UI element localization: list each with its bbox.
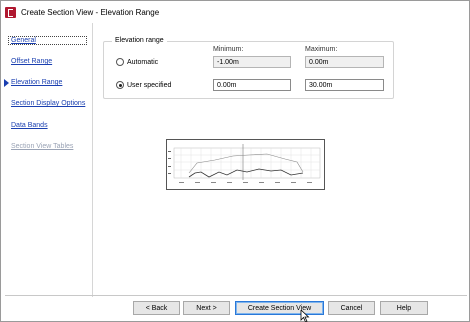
user-specified-radio-circle[interactable] (116, 81, 124, 89)
automatic-radio-circle[interactable] (116, 58, 124, 66)
cancel-button[interactable]: Cancel (328, 301, 375, 315)
title-bar: Create Section View - Elevation Range (1, 1, 469, 23)
user-minimum-field[interactable] (213, 79, 291, 91)
elevation-range-group: Elevation range Minimum: Maximum: Automa… (103, 37, 394, 99)
section-view-preview (166, 139, 325, 190)
minimum-label: Minimum: (213, 46, 244, 53)
next-button[interactable]: Next > (183, 301, 230, 315)
nav-item-elevation-range[interactable]: Elevation Range (11, 79, 62, 86)
main-panel: Elevation range Minimum: Maximum: Automa… (94, 23, 469, 297)
nav-item-general[interactable]: General (8, 36, 87, 45)
user-specified-label: User specified (127, 81, 172, 89)
section-view-preview-graphic (168, 144, 321, 183)
automatic-minimum-field (213, 56, 291, 68)
wizard-nav: General Offset Range Elevation Range Sec… (1, 23, 93, 297)
automatic-radio[interactable]: Automatic (116, 58, 158, 66)
mouse-pointer-icon (300, 310, 310, 322)
nav-item-data-bands[interactable]: Data Bands (11, 122, 48, 129)
nav-item-offset-range[interactable]: Offset Range (11, 58, 52, 65)
dialog-window: Create Section View - Elevation Range Ge… (0, 0, 470, 322)
automatic-maximum-field (305, 56, 384, 68)
maximum-label: Maximum: (305, 46, 338, 53)
app-icon (5, 6, 16, 18)
user-specified-radio[interactable]: User specified (116, 81, 171, 89)
nav-item-section-display-options[interactable]: Section Display Options (11, 100, 85, 107)
window-title: Create Section View - Elevation Range (21, 7, 160, 17)
help-button[interactable]: Help (380, 301, 428, 315)
footer-divider (5, 295, 467, 296)
user-maximum-field[interactable] (305, 79, 384, 91)
current-step-arrow-icon (4, 79, 9, 87)
group-title: Elevation range (112, 37, 167, 44)
nav-item-section-view-tables: Section View Tables (11, 143, 74, 150)
back-button[interactable]: < Back (133, 301, 180, 315)
automatic-label: Automatic (127, 58, 159, 66)
